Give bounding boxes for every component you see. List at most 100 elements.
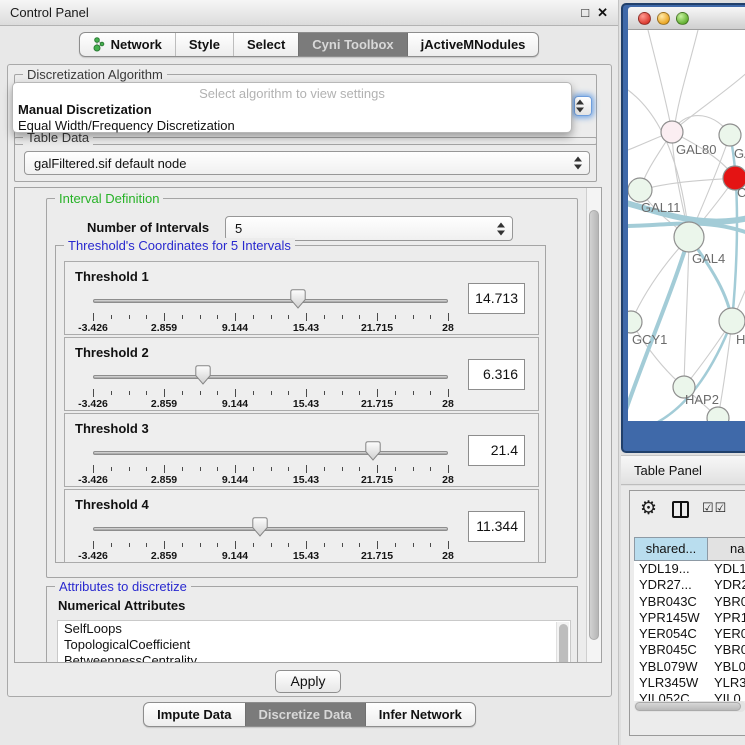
axis-tick-label: 21.715 bbox=[361, 474, 393, 486]
attributes-group: Attributes to discretize Numerical Attri… bbox=[46, 586, 578, 663]
float-window-icon[interactable]: □ bbox=[581, 0, 589, 25]
close-traffic-light[interactable] bbox=[638, 12, 651, 25]
axis-tick-label: -3.426 bbox=[78, 474, 108, 486]
table-row[interactable]: YBR045CYBR0 bbox=[634, 642, 745, 658]
network-node[interactable] bbox=[719, 308, 745, 334]
control-panel-window: Control Panel □ ✕ Network Style Select C… bbox=[0, 0, 619, 745]
dropdown-option-equal-width-frequency[interactable]: Equal Width/Frequency Discretization bbox=[18, 118, 235, 133]
axis-tick-label: 9.144 bbox=[222, 474, 248, 486]
tab-infer-network[interactable]: Infer Network bbox=[365, 703, 475, 726]
algorithm-combobox-stepper[interactable] bbox=[574, 96, 592, 116]
column-header-name[interactable]: na bbox=[708, 537, 745, 561]
table-row[interactable]: YBR043CYBR0 bbox=[634, 594, 745, 610]
network-node[interactable] bbox=[628, 178, 652, 202]
apply-button[interactable]: Apply bbox=[275, 670, 341, 693]
network-node-label: GAL4 bbox=[692, 251, 725, 266]
axis-tick-label: 2.859 bbox=[151, 322, 177, 334]
gear-icon[interactable]: ⚙ bbox=[640, 497, 657, 520]
network-node-label: C bbox=[737, 185, 745, 200]
axis-tick-label: 28 bbox=[442, 474, 454, 486]
table-row[interactable]: YPR145WYPR1 bbox=[634, 610, 745, 626]
tab-jactivemnodules[interactable]: jActiveMNodules bbox=[407, 33, 539, 56]
control-panel-titlebar: Control Panel □ ✕ bbox=[0, 0, 618, 26]
zoom-traffic-light[interactable] bbox=[676, 12, 689, 25]
table-rows[interactable]: YDL19...YDL1YDR27...YDR2YBR043CYBR0YPR14… bbox=[634, 561, 745, 701]
thresholds-group-title: Threshold's Coordinates for 5 Intervals bbox=[64, 238, 295, 253]
slider-handle[interactable] bbox=[195, 365, 211, 385]
network-node[interactable] bbox=[661, 121, 683, 143]
table-row[interactable]: YDR27...YDR2 bbox=[634, 577, 745, 593]
network-node[interactable] bbox=[719, 124, 741, 146]
threshold-value-field[interactable]: 6.316 bbox=[468, 359, 525, 390]
tab-select[interactable]: Select bbox=[233, 33, 298, 56]
select-columns-icons[interactable]: ☑☑ bbox=[702, 500, 727, 516]
close-window-icon[interactable]: ✕ bbox=[597, 0, 608, 25]
axis-tick-label: 28 bbox=[442, 550, 454, 562]
table-row[interactable]: YLR345WYLR3 bbox=[634, 675, 745, 691]
attribute-list-item[interactable]: SelfLoops bbox=[58, 621, 570, 637]
attribute-list-item[interactable]: TopologicalCoefficient bbox=[58, 637, 570, 653]
table-data-combobox[interactable]: galFiltered.sif default node bbox=[24, 151, 590, 175]
slider-track[interactable] bbox=[93, 375, 448, 379]
dropdown-option-manual-discretization[interactable]: Manual Discretization bbox=[18, 102, 152, 117]
tab-impute-data[interactable]: Impute Data bbox=[144, 703, 244, 726]
axis-tick-label: 15.43 bbox=[293, 322, 319, 334]
threshold-value-field[interactable]: 11.344 bbox=[468, 511, 525, 542]
axis-tick-label: 15.43 bbox=[293, 474, 319, 486]
window-title: Control Panel bbox=[10, 0, 89, 25]
axis-tick-label: 9.144 bbox=[222, 550, 248, 562]
table-panel-header: Table Panel bbox=[621, 455, 745, 485]
threshold-value-field[interactable]: 14.713 bbox=[468, 283, 525, 314]
tab-style[interactable]: Style bbox=[175, 33, 233, 56]
thresholds-group: Threshold's Coordinates for 5 Intervals … bbox=[55, 245, 546, 563]
settings-vertical-scrollbar[interactable] bbox=[586, 188, 601, 662]
slider-track[interactable] bbox=[93, 299, 448, 303]
tab-discretize-data[interactable]: Discretize Data bbox=[245, 703, 365, 726]
network-canvas[interactable]: GAL80GACGAL11GAL4GCY1HHAP2 bbox=[628, 30, 745, 421]
numerical-attributes-label: Numerical Attributes bbox=[58, 598, 185, 613]
axis-tick-label: 2.859 bbox=[151, 550, 177, 562]
threshold-box-3: Threshold 3-3.4262.8599.14415.4321.71528… bbox=[64, 413, 539, 487]
axis-tick-label: 9.144 bbox=[222, 322, 248, 334]
column-layout-icon[interactable] bbox=[672, 501, 689, 518]
settings-scroll-panel: Interval Definition Number of Intervals … bbox=[14, 187, 602, 663]
numerical-attributes-list[interactable]: SelfLoopsTopologicalCoefficientBetweenne… bbox=[57, 620, 571, 663]
combobox-stepper-icon bbox=[574, 157, 582, 170]
table-toolbar: ⚙ ☑☑ bbox=[630, 491, 745, 535]
tab-cyni-toolbox[interactable]: Cyni Toolbox bbox=[298, 33, 406, 56]
slider-track[interactable] bbox=[93, 451, 448, 455]
table-row[interactable]: YER054CYER0 bbox=[634, 626, 745, 642]
tab-network[interactable]: Network bbox=[80, 33, 175, 56]
table-horizontal-scrollbar[interactable] bbox=[634, 701, 745, 712]
axis-tick-label: -3.426 bbox=[78, 550, 108, 562]
table-row[interactable]: YDL19...YDL1 bbox=[634, 561, 745, 577]
cyni-toolbox-panel: Discretization Algorithm Table Data galF… bbox=[7, 64, 612, 697]
network-node[interactable] bbox=[707, 407, 729, 421]
slider-handle[interactable] bbox=[252, 517, 268, 537]
table-row[interactable]: YIL052CYIL0 bbox=[634, 691, 745, 701]
network-node-label: H bbox=[736, 332, 745, 347]
combobox-stepper-icon bbox=[497, 222, 505, 235]
column-header-shared-name[interactable]: shared... bbox=[634, 537, 708, 561]
table-row[interactable]: YBL079WYBL0 bbox=[634, 659, 745, 675]
axis-tick-label: 2.859 bbox=[151, 398, 177, 410]
slider-handle[interactable] bbox=[365, 441, 381, 461]
network-icon bbox=[93, 37, 106, 52]
network-node-gal4[interactable] bbox=[674, 222, 704, 252]
slider-handle[interactable] bbox=[290, 289, 306, 309]
axis-tick-label: 21.715 bbox=[361, 398, 393, 410]
number-of-intervals-label: Number of Intervals bbox=[87, 220, 209, 235]
network-window-titlebar bbox=[628, 7, 745, 30]
control-panel-tabbar: Network Style Select Cyni Toolbox jActiv… bbox=[0, 32, 618, 57]
axis-tick-label: 28 bbox=[442, 322, 454, 334]
attributes-list-scrollbar[interactable] bbox=[556, 622, 569, 663]
table-header-row: shared... na bbox=[634, 537, 745, 561]
attribute-list-item[interactable]: BetweennessCentrality bbox=[58, 653, 570, 663]
slider-ticks bbox=[93, 389, 448, 398]
table-panel-title: Table Panel bbox=[634, 463, 702, 478]
network-node-gcy1[interactable] bbox=[628, 311, 642, 333]
slider-track[interactable] bbox=[93, 527, 448, 531]
threshold-value-field[interactable]: 21.4 bbox=[468, 435, 525, 466]
minimize-traffic-light[interactable] bbox=[657, 12, 670, 25]
interval-definition-group: Interval Definition Number of Intervals … bbox=[46, 198, 578, 578]
